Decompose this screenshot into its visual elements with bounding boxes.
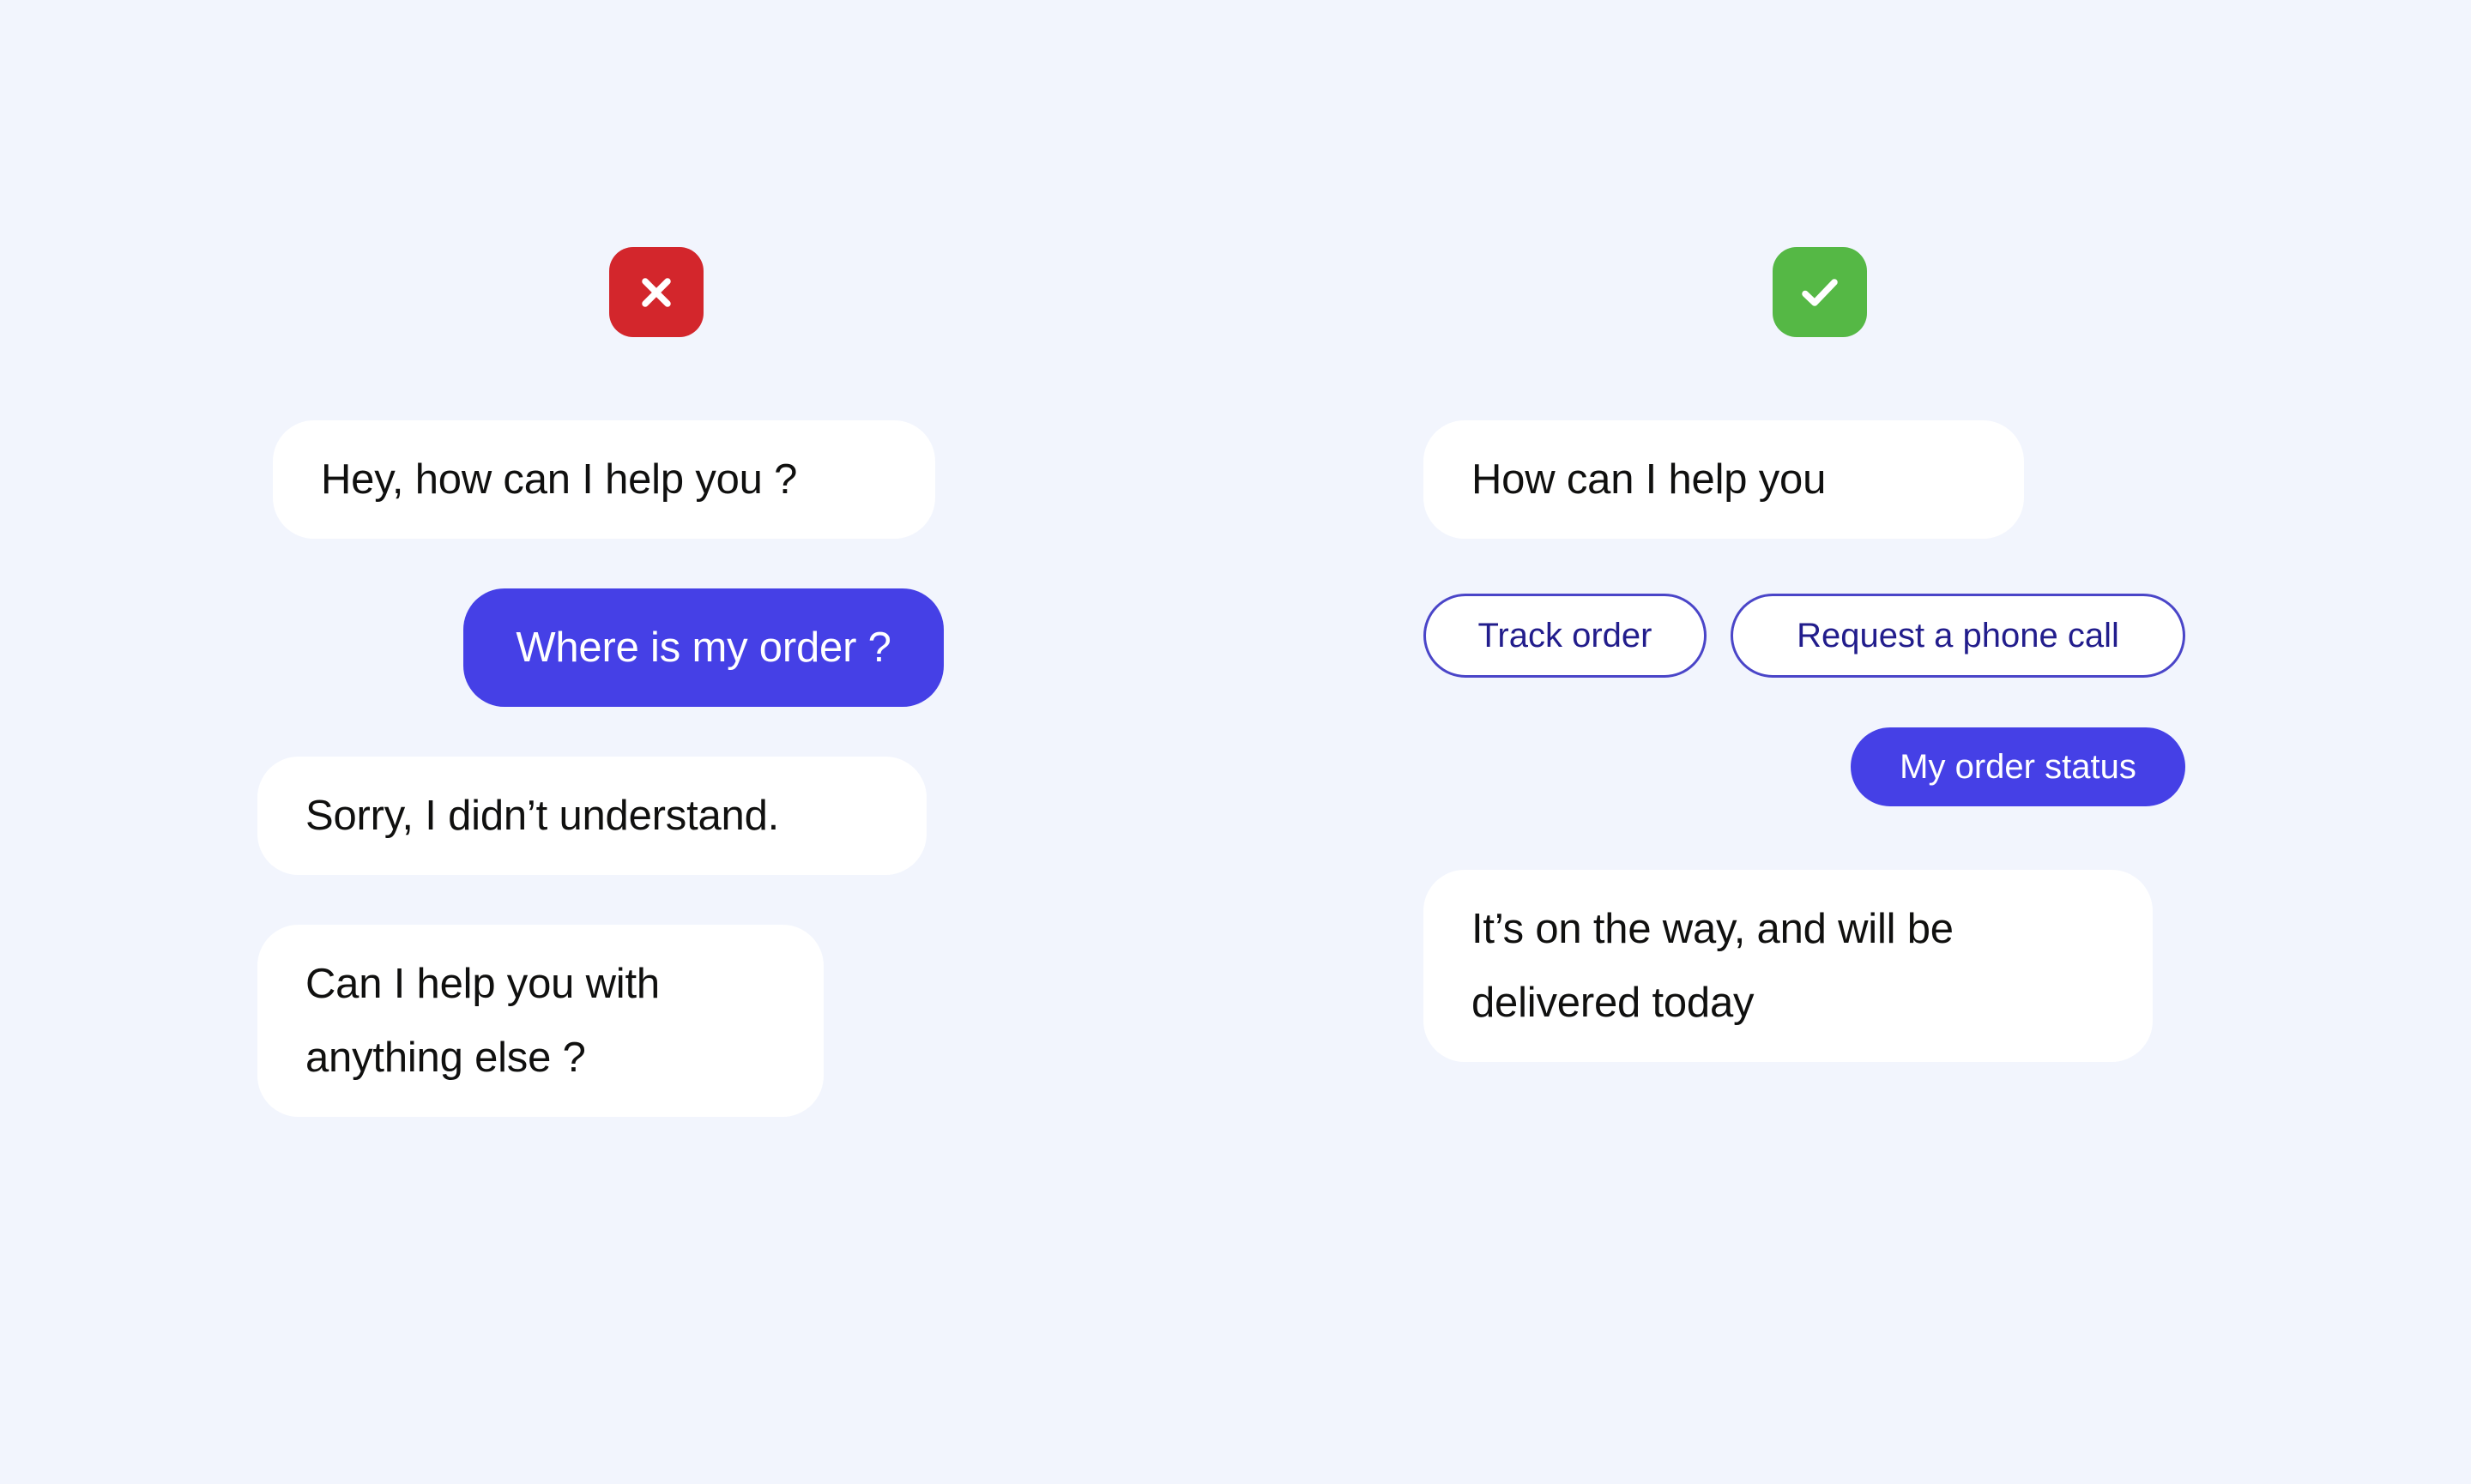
chat-bubble-bot: How can I help you: [1423, 420, 2024, 539]
good-example-column: How can I help you Track order Request a…: [1420, 0, 2278, 1484]
quick-reply-track-order[interactable]: Track order: [1423, 594, 1707, 678]
chat-bubble-user: Where is my order ?: [463, 588, 944, 707]
error-badge: [609, 247, 704, 337]
chat-bubble-bot: It’s on the way, and will be delivered t…: [1423, 870, 2153, 1062]
quick-reply-request-a-phone-call[interactable]: Request a phone call: [1731, 594, 2185, 678]
success-badge: [1773, 247, 1867, 337]
quick-reply-my-order-status[interactable]: My order status: [1851, 727, 2185, 806]
chat-bubble-bot: Can I help you with anything else ?: [257, 925, 824, 1117]
chat-bubble-bot: Hey, how can I help you ?: [273, 420, 935, 539]
bad-example-column: Hey, how can I help you ? Where is my or…: [257, 0, 1115, 1484]
close-icon: [634, 270, 679, 315]
check-icon: [1796, 268, 1844, 317]
chat-bubble-bot: Sorry, I didn’t understand.: [257, 757, 927, 875]
comparison-board: Hey, how can I help you ? Where is my or…: [0, 0, 2471, 1484]
